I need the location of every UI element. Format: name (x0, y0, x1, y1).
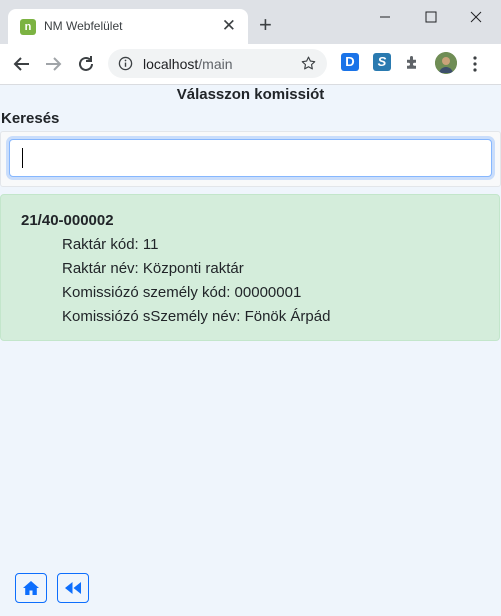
minimize-window-icon[interactable] (370, 6, 400, 28)
back-button[interactable] (57, 573, 89, 603)
url-text[interactable]: localhost/main (143, 56, 233, 72)
text-cursor (22, 148, 23, 168)
address-bar[interactable]: localhost/main (108, 49, 327, 78)
browser-tab[interactable]: n NM Webfelület ✕ (8, 9, 248, 44)
search-panel (0, 131, 501, 187)
page-title: Válasszon komissiót (176, 86, 325, 103)
result-warehouse-code: Raktár kód: 11 (62, 236, 159, 253)
avatar-image-icon (435, 52, 457, 74)
maximize-window-icon[interactable] (416, 6, 446, 28)
browser-toolbar: localhost/main D S (0, 44, 501, 85)
forward-arrow-icon[interactable] (41, 52, 65, 76)
profile-avatar[interactable] (435, 52, 457, 74)
new-tab-button[interactable]: + (259, 14, 272, 36)
favicon-icon: n (20, 19, 36, 35)
search-input[interactable] (9, 139, 492, 177)
tab-close-icon[interactable]: ✕ (222, 16, 236, 36)
search-label: Keresés (1, 110, 60, 127)
browser-menu-icon[interactable] (472, 54, 478, 74)
bookmark-star-icon[interactable] (300, 55, 317, 72)
tab-title: NM Webfelület (44, 19, 123, 33)
home-button[interactable] (15, 573, 47, 603)
site-info-icon[interactable] (118, 56, 133, 71)
result-title: 21/40-000002 (21, 212, 114, 229)
back-arrow-icon[interactable] (10, 52, 34, 76)
url-host: localhost (143, 56, 199, 72)
extensions-puzzle-icon[interactable] (404, 53, 422, 71)
home-icon (23, 581, 39, 595)
extension-s-icon[interactable]: S (373, 53, 391, 71)
url-path: /main (198, 56, 233, 72)
result-warehouse-name: Raktár név: Központi raktár (62, 260, 244, 277)
result-card[interactable]: 21/40-000002 Raktár kód: 11 Raktár név: … (0, 194, 500, 341)
close-window-icon[interactable] (461, 6, 491, 28)
browser-tab-strip: n NM Webfelület ✕ + (0, 0, 501, 44)
reload-icon[interactable] (74, 52, 98, 76)
rewind-icon (65, 582, 81, 594)
extension-d-icon[interactable]: D (341, 53, 359, 71)
result-picker-code: Komissiózó személy kód: 00000001 (62, 284, 302, 301)
result-picker-name: Komissiózó sSzemély név: Fönök Árpád (62, 308, 331, 325)
